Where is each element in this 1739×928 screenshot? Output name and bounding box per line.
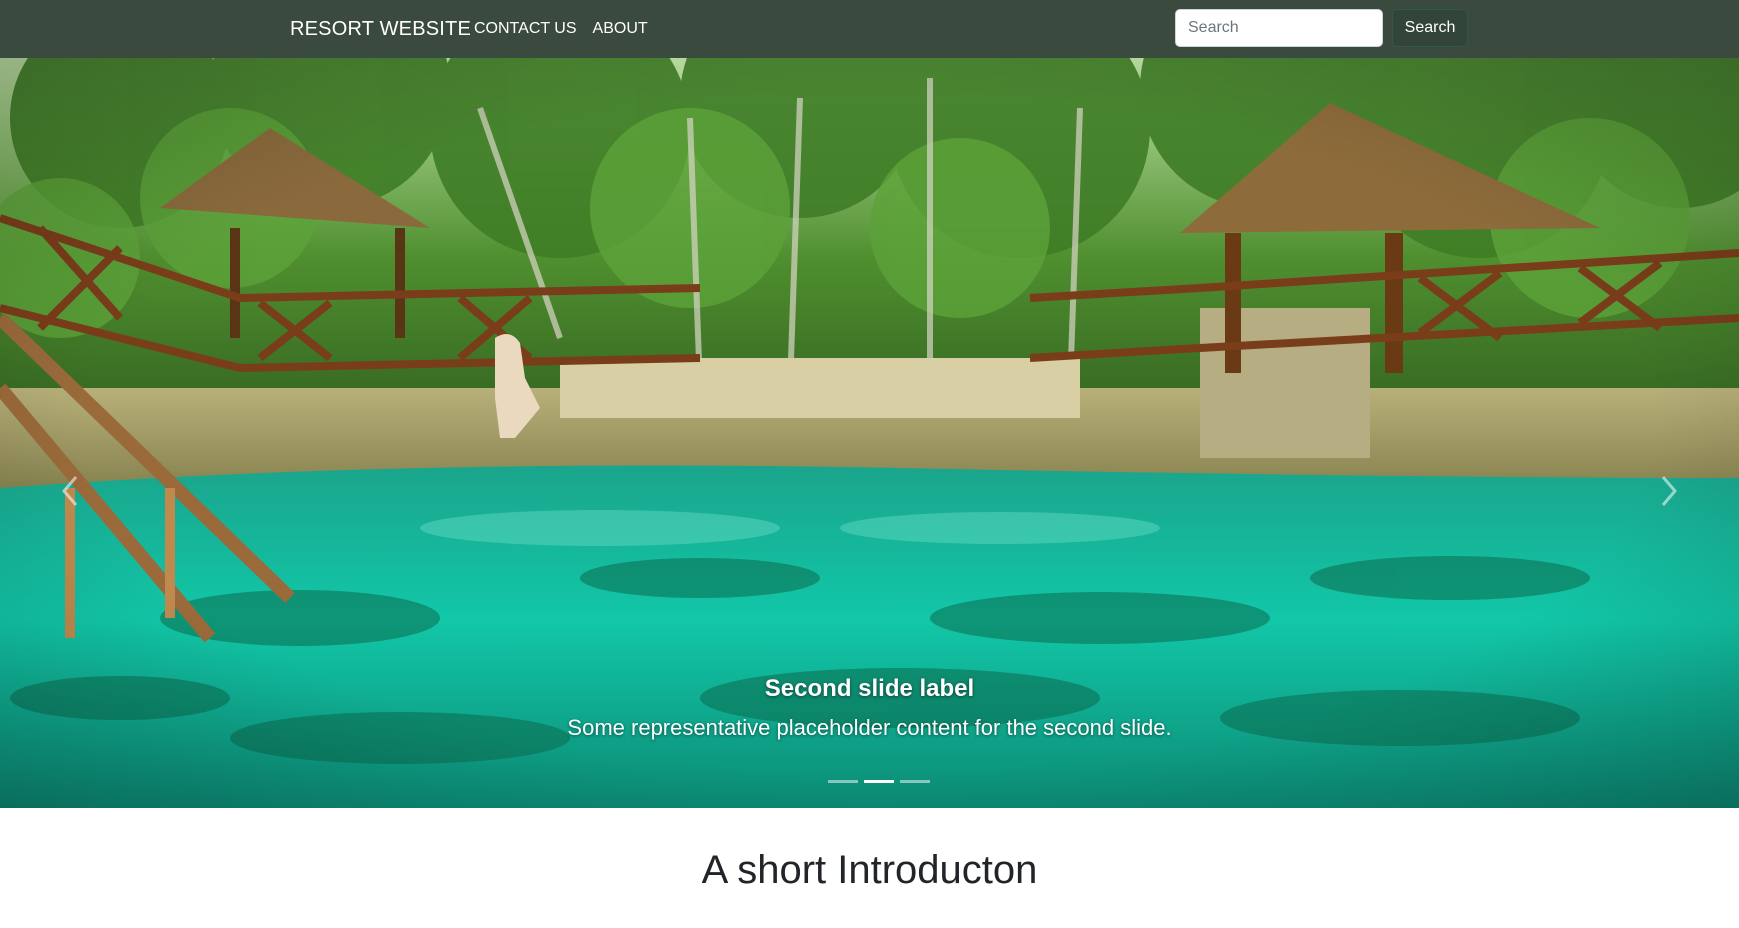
nav-link-contact-us[interactable]: CONTACT US xyxy=(474,20,577,38)
search-input[interactable] xyxy=(1175,9,1383,47)
brand-link[interactable]: RESORT WEBSITE xyxy=(290,0,471,58)
intro-heading: A short Introducton xyxy=(701,848,1038,892)
carousel-indicator-3[interactable] xyxy=(900,780,930,783)
carousel-indicator-1[interactable] xyxy=(828,780,858,783)
slide-caption-title: Second slide label xyxy=(764,675,975,702)
slide-caption-text: Some representative placeholder content … xyxy=(567,715,1172,740)
carousel-indicator-2[interactable] xyxy=(864,780,894,783)
nav-link-about[interactable]: ABOUT xyxy=(593,20,648,38)
navbar: RESORT WEBSITE CONTACT US ABOUT Search xyxy=(0,0,1739,58)
search-button[interactable]: Search xyxy=(1392,9,1468,47)
search-form: Search xyxy=(1175,9,1468,47)
carousel-next-button[interactable] xyxy=(1651,463,1687,519)
hero-carousel: Second slide label Some representative p… xyxy=(0,58,1739,808)
chevron-left-icon xyxy=(62,476,78,506)
carousel-indicators xyxy=(828,780,930,783)
chevron-right-icon xyxy=(1661,476,1677,506)
carousel-prev-button[interactable] xyxy=(52,463,88,519)
nav-links: CONTACT US ABOUT xyxy=(474,0,648,58)
